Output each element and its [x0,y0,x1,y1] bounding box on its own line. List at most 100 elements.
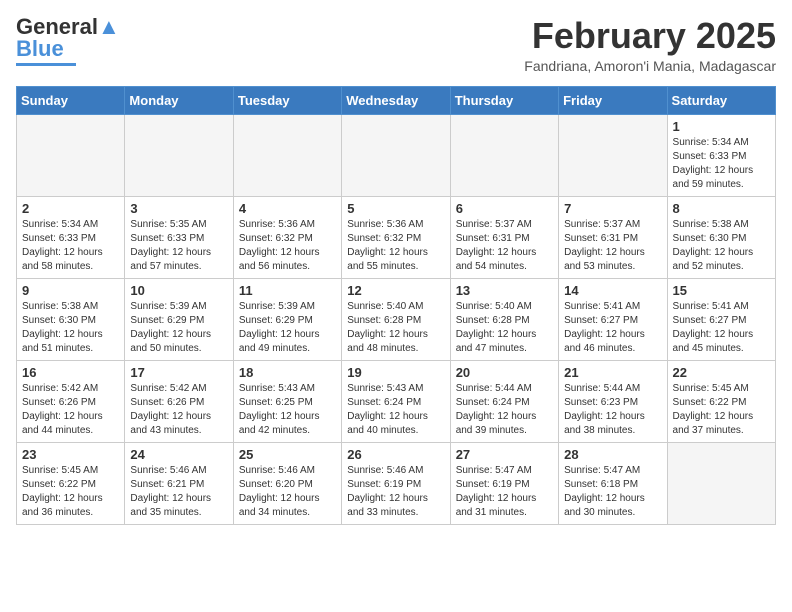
calendar: Sunday Monday Tuesday Wednesday Thursday… [16,86,776,525]
table-row [559,114,667,196]
col-thursday: Thursday [450,86,558,114]
day-info: Sunrise: 5:38 AM Sunset: 6:30 PM Dayligh… [22,300,119,356]
calendar-week-row: 23 Sunrise: 5:45 AM Sunset: 6:22 PM Dayli… [17,442,776,524]
table-row: 15 Sunrise: 5:41 AM Sunset: 6:27 PM Dayli… [667,278,775,360]
table-row: 20 Sunrise: 5:44 AM Sunset: 6:24 PM Dayli… [450,360,558,442]
col-monday: Monday [125,86,233,114]
day-info: Sunrise: 5:35 AM Sunset: 6:33 PM Dayligh… [130,218,227,274]
table-row: 10 Sunrise: 5:39 AM Sunset: 6:29 PM Dayli… [125,278,233,360]
day-number: 11 [239,283,336,298]
day-info: Sunrise: 5:44 AM Sunset: 6:23 PM Dayligh… [564,382,661,438]
day-number: 8 [673,201,770,216]
table-row: 28 Sunrise: 5:47 AM Sunset: 6:18 PM Dayli… [559,442,667,524]
calendar-week-row: 2Sunrise: 5:34 AM Sunset: 6:33 PM Daylig… [17,196,776,278]
day-number: 22 [673,365,770,380]
col-tuesday: Tuesday [233,86,341,114]
day-number: 14 [564,283,661,298]
location: Fandriana, Amoron'i Mania, Madagascar [524,58,776,74]
table-row: 1 Sunrise: 5:34 AM Sunset: 6:33 PM Daylig… [667,114,775,196]
col-saturday: Saturday [667,86,775,114]
day-info: Sunrise: 5:40 AM Sunset: 6:28 PM Dayligh… [456,300,553,356]
day-info: Sunrise: 5:45 AM Sunset: 6:22 PM Dayligh… [673,382,770,438]
table-row: 17Sunrise: 5:42 AM Sunset: 6:26 PM Dayli… [125,360,233,442]
day-info: Sunrise: 5:36 AM Sunset: 6:32 PM Dayligh… [239,218,336,274]
table-row [667,442,775,524]
day-number: 21 [564,365,661,380]
table-row [450,114,558,196]
table-row: 24 Sunrise: 5:46 AM Sunset: 6:21 PM Dayli… [125,442,233,524]
table-row: 3 Sunrise: 5:35 AM Sunset: 6:33 PM Daylig… [125,196,233,278]
day-number: 3 [130,201,227,216]
logo-underline [16,63,76,66]
table-row: 18Sunrise: 5:43 AM Sunset: 6:25 PM Dayli… [233,360,341,442]
table-row: 8 Sunrise: 5:38 AM Sunset: 6:30 PM Daylig… [667,196,775,278]
month-year: February 2025 [524,16,776,56]
day-info: Sunrise: 5:41 AM Sunset: 6:27 PM Dayligh… [673,300,770,356]
logo-text: General▲ [16,16,120,38]
day-info: Sunrise: 5:39 AM Sunset: 6:29 PM Dayligh… [239,300,336,356]
day-info: Sunrise: 5:36 AM Sunset: 6:32 PM Dayligh… [347,218,444,274]
col-wednesday: Wednesday [342,86,450,114]
day-number: 24 [130,447,227,462]
day-number: 28 [564,447,661,462]
table-row: 23 Sunrise: 5:45 AM Sunset: 6:22 PM Dayli… [17,442,125,524]
day-info: Sunrise: 5:47 AM Sunset: 6:18 PM Dayligh… [564,464,661,520]
day-number: 10 [130,283,227,298]
col-sunday: Sunday [17,86,125,114]
table-row: 5 Sunrise: 5:36 AM Sunset: 6:32 PM Daylig… [342,196,450,278]
day-number: 18 [239,365,336,380]
table-row [342,114,450,196]
day-number: 26 [347,447,444,462]
day-info: Sunrise: 5:39 AM Sunset: 6:29 PM Dayligh… [130,300,227,356]
day-number: 12 [347,283,444,298]
day-number: 1 [673,119,770,134]
table-row [17,114,125,196]
title-area: February 2025 Fandriana, Amoron'i Mania,… [524,16,776,74]
table-row: 16Sunrise: 5:42 AM Sunset: 6:26 PM Dayli… [17,360,125,442]
table-row: 26 Sunrise: 5:46 AM Sunset: 6:19 PM Dayli… [342,442,450,524]
table-row: 27 Sunrise: 5:47 AM Sunset: 6:19 PM Dayli… [450,442,558,524]
col-friday: Friday [559,86,667,114]
day-info: Sunrise: 5:41 AM Sunset: 6:27 PM Dayligh… [564,300,661,356]
day-info: Sunrise: 5:47 AM Sunset: 6:19 PM Dayligh… [456,464,553,520]
day-number: 15 [673,283,770,298]
table-row: 14 Sunrise: 5:41 AM Sunset: 6:27 PM Dayli… [559,278,667,360]
day-number: 5 [347,201,444,216]
table-row: 25Sunrise: 5:46 AM Sunset: 6:20 PM Dayli… [233,442,341,524]
day-info: Sunrise: 5:43 AM Sunset: 6:24 PM Dayligh… [347,382,444,438]
day-info: Sunrise: 5:44 AM Sunset: 6:24 PM Dayligh… [456,382,553,438]
day-number: 27 [456,447,553,462]
table-row [233,114,341,196]
logo: General▲ Blue [16,16,120,66]
table-row: 22 Sunrise: 5:45 AM Sunset: 6:22 PM Dayli… [667,360,775,442]
day-number: 25 [239,447,336,462]
day-info: Sunrise: 5:46 AM Sunset: 6:19 PM Dayligh… [347,464,444,520]
table-row [125,114,233,196]
day-info: Sunrise: 5:38 AM Sunset: 6:30 PM Dayligh… [673,218,770,274]
table-row: 4 Sunrise: 5:36 AM Sunset: 6:32 PM Daylig… [233,196,341,278]
day-number: 17 [130,365,227,380]
calendar-week-row: 16Sunrise: 5:42 AM Sunset: 6:26 PM Dayli… [17,360,776,442]
day-info: Sunrise: 5:40 AM Sunset: 6:28 PM Dayligh… [347,300,444,356]
day-number: 4 [239,201,336,216]
table-row: 6 Sunrise: 5:37 AM Sunset: 6:31 PM Daylig… [450,196,558,278]
header: General▲ Blue February 2025 Fandriana, A… [16,16,776,74]
table-row: 12 Sunrise: 5:40 AM Sunset: 6:28 PM Dayli… [342,278,450,360]
day-info: Sunrise: 5:45 AM Sunset: 6:22 PM Dayligh… [22,464,119,520]
calendar-header-row: Sunday Monday Tuesday Wednesday Thursday… [17,86,776,114]
day-info: Sunrise: 5:34 AM Sunset: 6:33 PM Dayligh… [673,136,770,192]
day-number: 7 [564,201,661,216]
day-number: 23 [22,447,119,462]
day-info: Sunrise: 5:37 AM Sunset: 6:31 PM Dayligh… [456,218,553,274]
logo-blue-text: Blue [16,36,64,61]
calendar-week-row: 9Sunrise: 5:38 AM Sunset: 6:30 PM Daylig… [17,278,776,360]
day-number: 20 [456,365,553,380]
day-info: Sunrise: 5:46 AM Sunset: 6:21 PM Dayligh… [130,464,227,520]
table-row: 11 Sunrise: 5:39 AM Sunset: 6:29 PM Dayli… [233,278,341,360]
day-number: 16 [22,365,119,380]
table-row: 21 Sunrise: 5:44 AM Sunset: 6:23 PM Dayli… [559,360,667,442]
day-number: 6 [456,201,553,216]
day-info: Sunrise: 5:37 AM Sunset: 6:31 PM Dayligh… [564,218,661,274]
table-row: 9Sunrise: 5:38 AM Sunset: 6:30 PM Daylig… [17,278,125,360]
table-row: 2Sunrise: 5:34 AM Sunset: 6:33 PM Daylig… [17,196,125,278]
